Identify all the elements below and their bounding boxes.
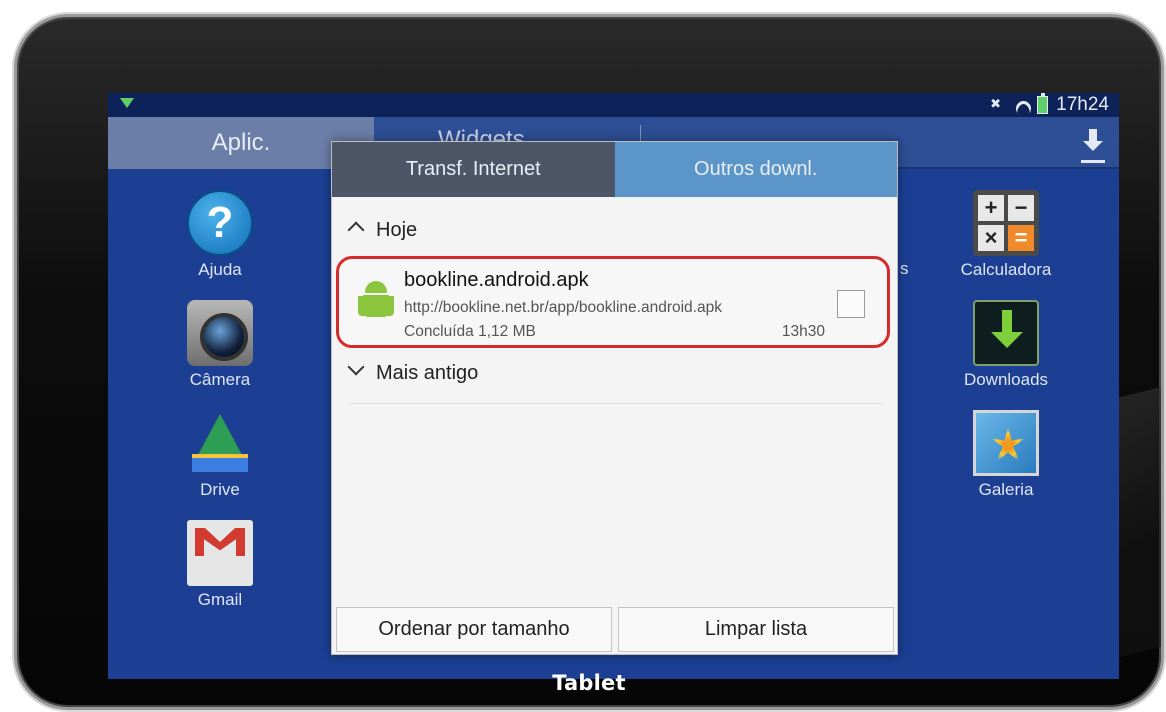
mute-icon: [989, 96, 1005, 113]
partial-app-label: s: [900, 259, 909, 278]
download-select-checkbox[interactable]: [837, 290, 865, 318]
download-url: http://bookline.net.br/app/bookline.andr…: [404, 299, 722, 316]
section-divider: [350, 403, 882, 404]
wifi-icon: [1013, 97, 1029, 113]
chevron-down-icon: [350, 361, 362, 385]
dialog-tab-bar: Transf. Internet Outros downl.: [332, 142, 897, 197]
chevron-up-icon: [350, 218, 362, 242]
help-icon: [187, 190, 253, 256]
app-label: Galeria: [978, 480, 1034, 499]
downloads-icon: [973, 300, 1039, 366]
app-label: Gmail: [197, 590, 243, 609]
section-older-header[interactable]: Mais antigo: [350, 361, 478, 385]
app-label: Drive: [200, 480, 240, 499]
downloads-dialog: Transf. Internet Outros downl. Hoje book…: [331, 141, 898, 655]
calculator-icon: + − × =: [973, 190, 1039, 256]
notification-arrow-icon: [120, 98, 134, 108]
gmail-icon: [187, 520, 253, 586]
status-bar: 17h24: [108, 93, 1119, 117]
tab-other-downloads[interactable]: Outros downl.: [614, 142, 897, 197]
tablet-frame: 17h24 Aplic. Widgets Ajuda Câmera Drive …: [14, 14, 1164, 710]
download-time: 13h30: [781, 323, 825, 340]
app-drive[interactable]: Drive: [160, 410, 280, 500]
camera-icon: [187, 300, 253, 366]
android-apk-icon: [359, 281, 393, 321]
clear-list-button[interactable]: Limpar lista: [618, 607, 894, 652]
download-size: 1,12 MB: [478, 323, 536, 340]
app-ajuda[interactable]: Ajuda: [160, 190, 280, 280]
status-time: 17h24: [1056, 94, 1109, 115]
device-screen: 17h24 Aplic. Widgets Ajuda Câmera Drive …: [108, 93, 1119, 679]
download-status-size: Concluída 1,12 MB: [404, 323, 536, 341]
download-filename: bookline.android.apk: [404, 269, 589, 291]
drive-icon: [187, 410, 253, 476]
app-gmail[interactable]: Gmail: [160, 520, 280, 610]
download-status: Concluída: [404, 323, 474, 340]
download-item[interactable]: bookline.android.apk http://bookline.net…: [336, 256, 890, 348]
tablet-caption: Tablet: [552, 671, 626, 695]
app-camera[interactable]: Câmera: [160, 300, 280, 390]
section-today-header[interactable]: Hoje: [350, 218, 417, 242]
app-gallery[interactable]: Galeria: [946, 410, 1066, 500]
gallery-icon: [973, 410, 1039, 476]
app-label: Downloads: [963, 370, 1049, 389]
app-label: Câmera: [189, 370, 251, 389]
app-label: Ajuda: [198, 260, 242, 279]
sort-by-size-button[interactable]: Ordenar por tamanho: [336, 607, 612, 652]
section-older-label: Mais antigo: [376, 361, 479, 384]
app-downloads[interactable]: Downloads: [946, 300, 1066, 390]
app-label: Calculadora: [960, 260, 1052, 279]
battery-charging-icon: [1037, 93, 1049, 114]
download-icon-underline: [1081, 160, 1105, 163]
status-icons: 17h24: [989, 93, 1109, 117]
app-calculator[interactable]: + − × = Calculadora: [946, 190, 1066, 280]
tab-internet-downloads[interactable]: Transf. Internet: [332, 142, 615, 197]
section-today-label: Hoje: [376, 218, 418, 241]
download-icon[interactable]: [1081, 129, 1105, 157]
